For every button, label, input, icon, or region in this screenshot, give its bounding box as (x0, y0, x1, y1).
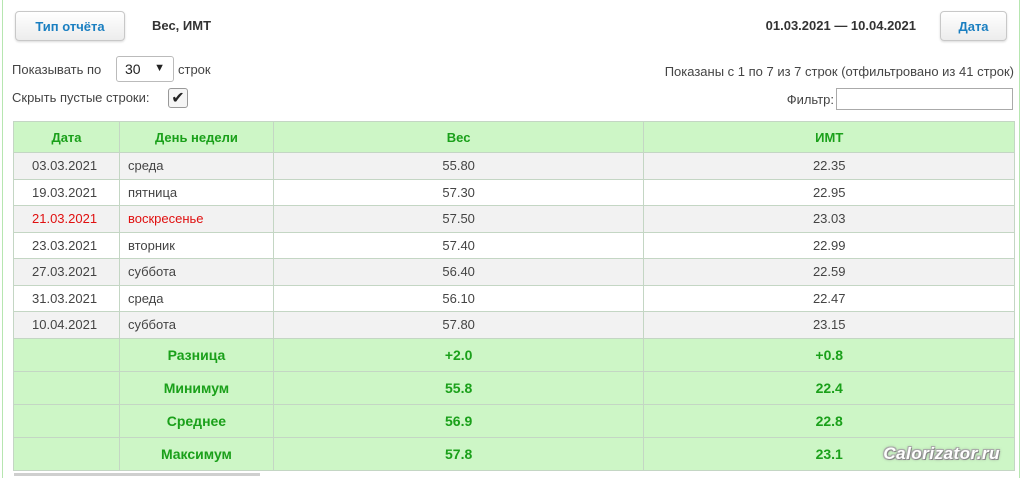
column-header-date[interactable]: Дата (13, 121, 120, 153)
cell-weight: 57.40 (272, 231, 645, 259)
summary-weight: +2.0 (272, 337, 645, 372)
filter-input[interactable] (836, 88, 1013, 110)
report-title: Вес, ИМТ (152, 18, 212, 33)
table-row: 21.03.2021 воскресенье 57.50 23.03 (13, 205, 1015, 233)
cell-weight: 56.10 (272, 284, 645, 312)
summary-weight: 55.8 (272, 370, 645, 405)
table-info-text: Показаны с 1 по 7 из 7 строк (отфильтров… (664, 64, 1014, 79)
table-row: 10.04.2021 суббота 57.80 23.15 (13, 311, 1015, 339)
data-table: Дата День недели Вес ИМТ 03.03.2021 сред… (13, 121, 1015, 471)
filter-label: Фильтр: (786, 92, 834, 107)
cell-weight: 57.80 (272, 311, 645, 339)
hide-empty-label: Скрыть пустые строки: (12, 90, 150, 105)
cell-bmi: 22.47 (643, 284, 1015, 312)
summary-row-avg: Среднее 56.9 22.8 (13, 403, 1015, 438)
cell-bmi: 23.03 (643, 205, 1015, 233)
summary-row-max: Максимум 57.8 23.1 (13, 436, 1015, 471)
summary-empty-cell (13, 337, 120, 372)
cell-bmi: 23.15 (643, 311, 1015, 339)
summary-empty-cell (13, 370, 120, 405)
summary-row-diff: Разница +2.0 +0.8 (13, 337, 1015, 372)
cell-weekday: пятница (118, 178, 274, 206)
cell-weekday: воскресенье (118, 205, 274, 233)
column-header-bmi[interactable]: ИМТ (643, 121, 1015, 153)
report-type-button[interactable]: Тип отчёта (15, 11, 125, 41)
summary-weight: 57.8 (272, 436, 645, 471)
cell-bmi: 22.35 (643, 152, 1015, 180)
horizontal-scrollbar[interactable] (14, 473, 260, 476)
cell-date: 03.03.2021 (13, 152, 120, 180)
cell-weekday: суббота (118, 311, 274, 339)
cell-date: 19.03.2021 (13, 178, 120, 206)
summary-label: Максимум (118, 436, 274, 471)
summary-bmi: 22.4 (643, 370, 1015, 405)
cell-bmi: 22.95 (643, 178, 1015, 206)
summary-empty-cell (13, 403, 120, 438)
date-button[interactable]: Дата (940, 11, 1007, 41)
cell-weight: 56.40 (272, 258, 645, 286)
table-row: 27.03.2021 суббота 56.40 22.59 (13, 258, 1015, 286)
cell-date: 21.03.2021 (13, 205, 120, 233)
summary-weight: 56.9 (272, 403, 645, 438)
summary-label: Минимум (118, 370, 274, 405)
summary-bmi: 22.8 (643, 403, 1015, 438)
summary-row-min: Минимум 55.8 22.4 (13, 370, 1015, 405)
watermark: Calorizator.ru (883, 444, 1000, 463)
cell-weekday: среда (118, 152, 274, 180)
dropdown-arrow-icon: ▼ (154, 62, 165, 74)
table-row: 19.03.2021 пятница 57.30 22.95 (13, 178, 1015, 206)
cell-weekday: среда (118, 284, 274, 312)
cell-weekday: суббота (118, 258, 274, 286)
cell-weight: 55.80 (272, 152, 645, 180)
cell-date: 27.03.2021 (13, 258, 120, 286)
cell-date: 10.04.2021 (13, 311, 120, 339)
summary-bmi: +0.8 (643, 337, 1015, 372)
cell-date: 31.03.2021 (13, 284, 120, 312)
date-range: 01.03.2021 — 10.04.2021 (765, 18, 916, 33)
summary-empty-cell (13, 436, 120, 471)
checkmark-icon: ✔ (171, 90, 185, 107)
column-header-weekday[interactable]: День недели (118, 121, 274, 153)
table-row: 03.03.2021 среда 55.80 22.35 (13, 152, 1015, 180)
cell-weight: 57.30 (272, 178, 645, 206)
table-row: 23.03.2021 вторник 57.40 22.99 (13, 231, 1015, 259)
rows-suffix-label: строк (178, 62, 211, 77)
cell-date: 23.03.2021 (13, 231, 120, 259)
rows-per-page-select[interactable]: 30 ▼ (116, 56, 174, 82)
cell-bmi: 22.99 (643, 231, 1015, 259)
table-header-row: Дата День недели Вес ИМТ (13, 121, 1015, 153)
summary-label: Среднее (118, 403, 274, 438)
show-rows-label: Показывать по (12, 62, 102, 77)
cell-weekday: вторник (118, 231, 274, 259)
table-row: 31.03.2021 среда 56.10 22.47 (13, 284, 1015, 312)
rows-per-page-value: 30 (125, 61, 141, 77)
cell-bmi: 22.59 (643, 258, 1015, 286)
cell-weight: 57.50 (272, 205, 645, 233)
hide-empty-checkbox[interactable]: ✔ (168, 88, 188, 108)
column-header-weight[interactable]: Вес (272, 121, 645, 153)
summary-label: Разница (118, 337, 274, 372)
